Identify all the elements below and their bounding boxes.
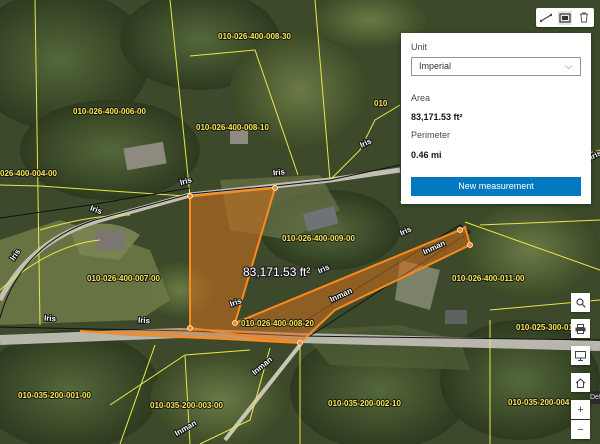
parcel-label: 010-035-200-002-10 xyxy=(328,399,401,408)
parcel-label: 010-035-200-001-00 xyxy=(18,391,91,400)
unit-label: Unit xyxy=(411,42,428,52)
parcel-label: 026-400-004-00 xyxy=(0,169,57,178)
perimeter-label: Perimeter xyxy=(411,130,451,140)
zoom-out-icon[interactable]: − xyxy=(571,420,590,439)
perimeter-value: 0.46 mi xyxy=(411,150,442,160)
parcel-label: 010-026-400-008-30 xyxy=(218,32,291,41)
measurement-toolbar xyxy=(536,8,594,27)
zoom-in-icon[interactable]: + xyxy=(571,400,590,419)
home-tooltip: Defa xyxy=(590,391,600,404)
area-value: 83,171.53 ft² xyxy=(411,112,463,122)
parcel-label: 010-026-400-006-00 xyxy=(73,107,146,116)
measurement-panel: Unit Imperial ⌵ Area 83,171.53 ft² Perim… xyxy=(401,33,591,204)
measured-area-label: 83,171.53 ft² xyxy=(243,265,310,279)
unit-select[interactable]: Imperial ⌵ xyxy=(411,57,581,76)
search-icon[interactable] xyxy=(571,293,590,312)
measure-area-icon[interactable] xyxy=(557,10,572,25)
parcel-label: 010-025-300-01 xyxy=(516,323,573,332)
measure-distance-icon[interactable] xyxy=(539,11,553,25)
road-label-iris: Iris xyxy=(273,167,286,177)
parcel-label: 010-026-400-007-00 xyxy=(87,274,160,283)
home-icon[interactable] xyxy=(571,373,590,392)
road-label-iris: Iris xyxy=(44,313,57,323)
parcel-label: 010 xyxy=(374,99,388,108)
road-label-iris: Iris xyxy=(138,315,151,325)
parcel-label: 010-026-400-009-00 xyxy=(282,234,355,243)
unit-select-value: Imperial xyxy=(419,61,452,71)
parcel-label: 010-026-400-011-00 xyxy=(452,274,525,283)
parcel-label: 010-035-200-003-00 xyxy=(150,401,223,410)
parcel-label: 010-026-400-008-10 xyxy=(196,123,269,132)
new-measurement-button[interactable]: New measurement xyxy=(411,177,581,196)
chevron-down-icon: ⌵ xyxy=(565,61,572,71)
trash-icon[interactable] xyxy=(577,11,591,25)
parcel-label: 010-026-400-008-20 xyxy=(241,319,314,328)
area-label: Area xyxy=(411,93,431,103)
monitor-icon[interactable] xyxy=(571,346,590,365)
parcel-label: 010-035-200-004 xyxy=(508,398,570,407)
print-icon[interactable] xyxy=(571,319,590,338)
